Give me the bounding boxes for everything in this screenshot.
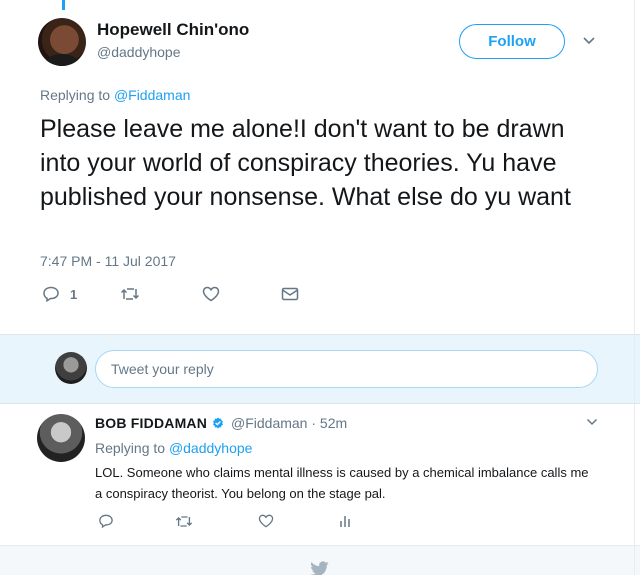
replying-mention-link[interactable]: @Fiddaman — [114, 87, 190, 103]
reply-author-avatar[interactable] — [37, 414, 85, 462]
reply-replying-prefix: Replying to — [95, 440, 166, 456]
reply-replying-to: Replying to @daddyhope — [95, 440, 252, 456]
chevron-down-icon[interactable] — [582, 36, 596, 46]
reply-tweet-like-button[interactable] — [258, 514, 274, 533]
reply-button[interactable]: 1 — [42, 286, 77, 302]
reply-icon — [43, 286, 59, 302]
author-name[interactable]: Hopewell Chin'ono — [97, 20, 249, 40]
reply-tweet-analytics-button[interactable] — [339, 514, 351, 533]
thread-connector — [62, 0, 65, 10]
replying-to: Replying to @Fiddaman — [40, 87, 190, 103]
reply-input[interactable]: Tweet your reply — [95, 350, 598, 388]
follow-button[interactable]: Follow — [459, 24, 565, 59]
page-edge-divider — [634, 0, 635, 575]
like-icon — [202, 286, 220, 302]
author-avatar[interactable] — [38, 18, 86, 66]
tweet-text: Please leave me alone!I don't want to be… — [40, 115, 571, 211]
direct-message-button[interactable] — [281, 287, 299, 301]
retweet-icon — [175, 516, 193, 527]
reply-author-handle[interactable]: @Fiddaman · 52m — [231, 415, 347, 431]
chevron-down-icon[interactable] — [586, 418, 598, 426]
reply-icon — [99, 514, 113, 529]
like-button[interactable] — [202, 286, 220, 302]
reply-tweet-text: LOL. Someone who claims mental illness i… — [95, 465, 589, 501]
retweet-icon — [120, 288, 140, 300]
reply-author-name[interactable]: BOB FIDDAMAN — [95, 415, 207, 431]
reply-count: 1 — [70, 286, 78, 302]
verified-icon — [213, 417, 223, 429]
tweet-timestamp[interactable]: 7:47 PM - 11 Jul 2017 — [40, 253, 176, 269]
replying-prefix: Replying to — [40, 87, 111, 103]
direct-message-icon — [281, 287, 299, 301]
current-user-avatar — [55, 352, 87, 384]
author-handle[interactable]: @daddyhope — [97, 44, 181, 60]
reply-tweet-retweet-button[interactable] — [175, 515, 193, 533]
analytics-icon — [340, 516, 350, 527]
reply-tweet-reply-button[interactable] — [98, 514, 114, 533]
like-icon — [258, 514, 274, 528]
reply-replying-mention-link[interactable]: @daddyhope — [169, 440, 253, 456]
retweet-button[interactable] — [120, 287, 140, 301]
twitter-bird-icon — [310, 561, 329, 575]
